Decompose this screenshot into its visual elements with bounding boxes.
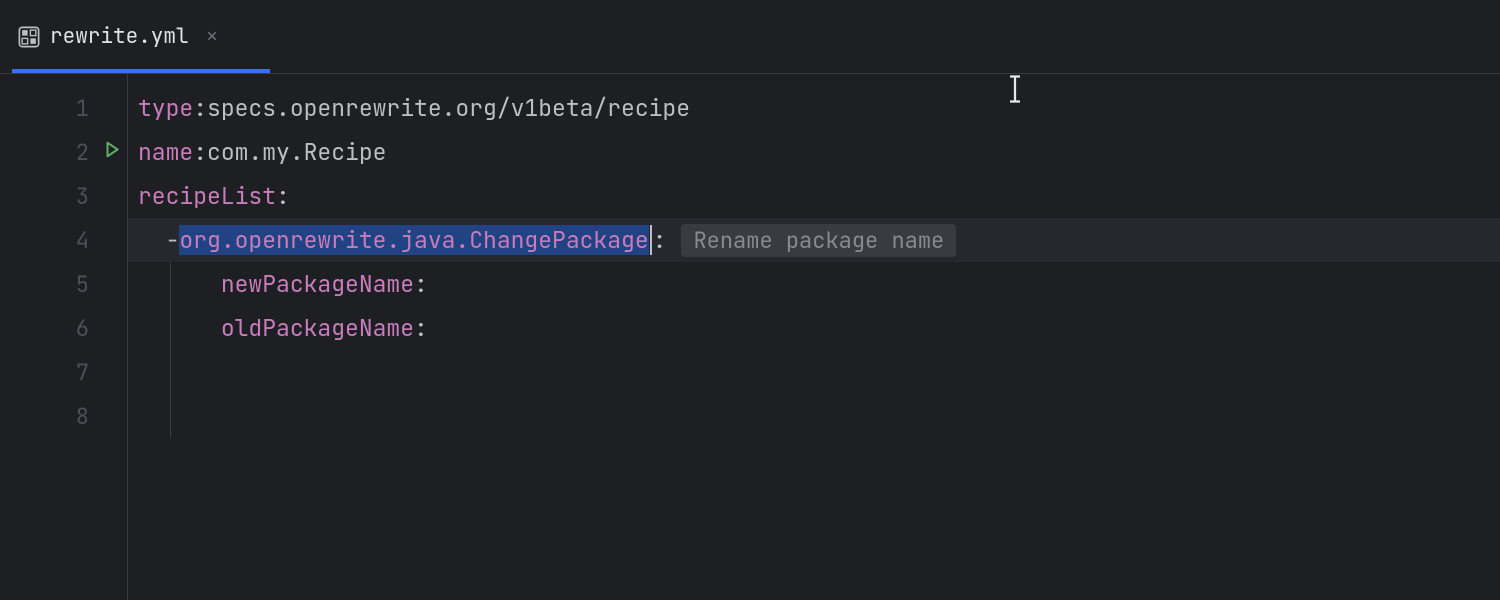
gutter-line[interactable]: 4 <box>0 218 127 262</box>
indent-guide <box>170 306 171 350</box>
tab-bar: rewrite.yml ✕ <box>0 0 1500 74</box>
code-line[interactable]: oldPackageName: <box>128 306 1500 350</box>
line-number: 6 <box>76 314 89 343</box>
indent-guide <box>170 394 171 438</box>
indent-guide <box>170 262 171 306</box>
yaml-file-icon <box>18 26 40 48</box>
yaml-indent <box>138 313 221 343</box>
code-line[interactable] <box>128 350 1500 394</box>
gutter-line[interactable]: 5 <box>0 262 127 306</box>
yaml-colon: : <box>193 93 207 123</box>
code-line[interactable]: name: com.my.Recipe <box>128 130 1500 174</box>
code-line[interactable]: recipeList: <box>128 174 1500 218</box>
text-caret <box>650 225 652 255</box>
yaml-dash: - <box>166 225 180 255</box>
yaml-colon: : <box>276 181 290 211</box>
gutter-line[interactable]: 7 <box>0 350 127 394</box>
line-number: 2 <box>76 138 89 167</box>
yaml-value: specs.openrewrite.org/v1beta/recipe <box>207 93 690 123</box>
gutter-line[interactable]: 6 <box>0 306 127 350</box>
gutter-line[interactable]: 3 <box>0 174 127 218</box>
inline-hint: Rename package name <box>681 224 956 257</box>
yaml-colon: : <box>653 225 667 255</box>
yaml-colon: : <box>414 313 428 343</box>
yaml-value: com.my.Recipe <box>207 137 386 167</box>
code-line[interactable]: type: specs.openrewrite.org/v1beta/recip… <box>128 86 1500 130</box>
yaml-key: type <box>138 93 193 123</box>
yaml-indent <box>138 269 221 299</box>
gutter-line[interactable]: 2 <box>0 130 127 174</box>
gutter-line[interactable]: 8 <box>0 394 127 438</box>
gutter: 1 2 3 4 5 6 7 8 <box>0 74 128 600</box>
line-number: 7 <box>76 358 89 387</box>
code-line-active[interactable]: - org.openrewrite.java.ChangePackage: Ren… <box>128 218 1500 262</box>
line-number: 4 <box>76 226 89 255</box>
line-number: 1 <box>76 94 89 123</box>
file-tab[interactable]: rewrite.yml ✕ <box>0 0 235 73</box>
close-tab-icon[interactable]: ✕ <box>207 25 218 48</box>
line-number: 3 <box>76 182 89 211</box>
code-line[interactable] <box>128 394 1500 438</box>
gutter-line[interactable]: 1 <box>0 86 127 130</box>
yaml-key: newPackageName <box>221 269 414 299</box>
line-number: 5 <box>76 270 89 299</box>
active-tab-indicator <box>12 69 270 73</box>
editor-container: 1 2 3 4 5 6 7 8 <box>0 74 1500 600</box>
run-icon[interactable] <box>103 141 121 164</box>
yaml-colon: : <box>414 269 428 299</box>
yaml-key: recipeList <box>138 181 276 211</box>
yaml-value-selected: org.openrewrite.java.ChangePackage <box>179 225 648 255</box>
tab-filename: rewrite.yml <box>50 23 189 50</box>
yaml-colon: : <box>193 137 207 167</box>
yaml-key: oldPackageName <box>221 313 414 343</box>
yaml-indent <box>138 225 166 255</box>
text-cursor-icon <box>1006 74 1024 113</box>
line-number: 8 <box>76 402 89 431</box>
indent-guide <box>170 350 171 394</box>
code-line[interactable]: newPackageName: <box>128 262 1500 306</box>
yaml-key: name <box>138 137 193 167</box>
code-area[interactable]: type: specs.openrewrite.org/v1beta/recip… <box>128 74 1500 600</box>
